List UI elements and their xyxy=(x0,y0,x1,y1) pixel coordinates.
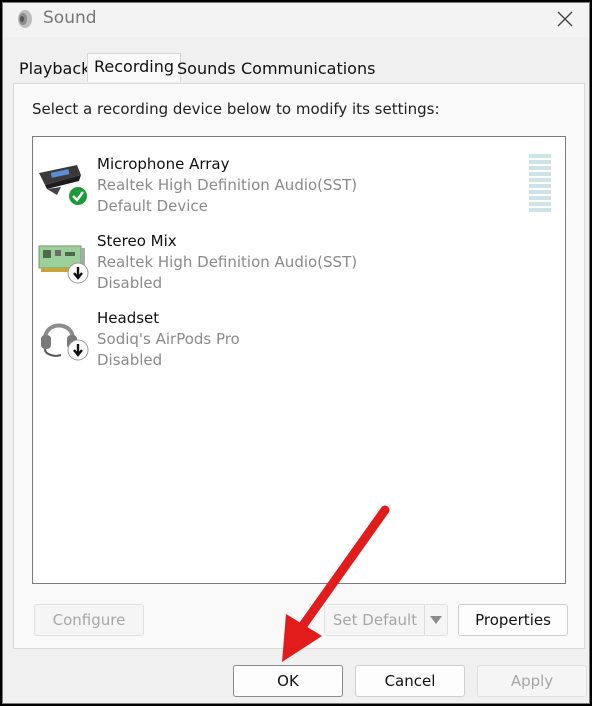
device-headset[interactable]: Headset Sodiq's AirPods Pro Disabled xyxy=(33,299,565,373)
device-driver: Sodiq's AirPods Pro xyxy=(97,330,240,348)
default-check-icon xyxy=(67,185,89,211)
device-stereo-mix[interactable]: Stereo Mix Realtek High Definition Audio… xyxy=(33,222,565,296)
device-driver: Realtek High Definition Audio(SST) xyxy=(97,176,358,194)
properties-button[interactable]: Properties xyxy=(458,604,568,636)
close-icon[interactable] xyxy=(551,7,579,31)
tab-playback[interactable]: Playback xyxy=(13,57,96,81)
level-meter xyxy=(529,154,551,214)
instruction-text: Select a recording device below to modif… xyxy=(32,100,440,118)
device-status: Disabled xyxy=(97,274,163,292)
device-status: Default Device xyxy=(97,197,208,215)
set-default-label: Set Default xyxy=(332,611,418,629)
speaker-icon xyxy=(15,9,35,29)
ok-button[interactable]: OK xyxy=(233,665,343,697)
device-status: Disabled xyxy=(97,351,163,369)
window-title: Sound xyxy=(43,8,97,28)
device-name: Headset xyxy=(97,309,160,327)
chevron-down-icon[interactable] xyxy=(424,605,447,635)
tab-recording[interactable]: Recording xyxy=(87,53,182,82)
device-list: Microphone Array Realtek High Definition… xyxy=(32,136,566,584)
sound-dialog: Sound Playback Recording Sounds Communic… xyxy=(2,2,590,704)
device-name: Microphone Array xyxy=(97,155,230,173)
set-default-button[interactable]: Set Default xyxy=(324,604,448,636)
disabled-arrow-icon xyxy=(67,339,89,365)
cancel-button[interactable]: Cancel xyxy=(355,665,465,697)
disabled-arrow-icon xyxy=(67,262,89,288)
title-bar: Sound xyxy=(3,3,589,37)
tab-sounds[interactable]: Sounds xyxy=(171,57,242,81)
device-driver: Realtek High Definition Audio(SST) xyxy=(97,253,358,271)
configure-button[interactable]: Configure xyxy=(34,604,144,636)
tab-communications[interactable]: Communications xyxy=(235,57,381,81)
device-microphone-array[interactable]: Microphone Array Realtek High Definition… xyxy=(33,145,565,219)
apply-button[interactable]: Apply xyxy=(477,665,587,697)
recording-panel: Select a recording device below to modif… xyxy=(13,83,585,649)
device-name: Stereo Mix xyxy=(97,232,177,250)
